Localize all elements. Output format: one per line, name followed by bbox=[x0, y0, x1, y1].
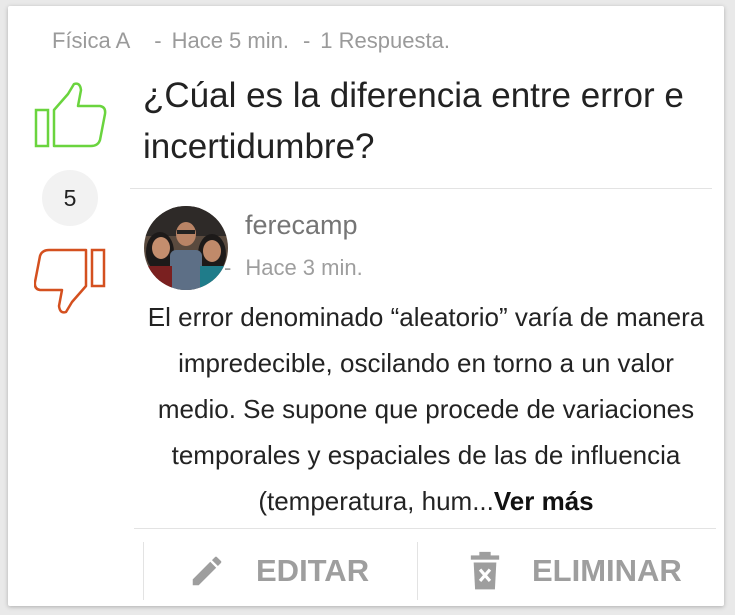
pencil-icon bbox=[192, 556, 222, 586]
question-card: Física A - Hace 5 min. -1 Respuesta. 5 ¿Cúa… bbox=[8, 6, 724, 606]
upvote-button[interactable] bbox=[34, 82, 108, 150]
avatar-photo bbox=[144, 206, 228, 290]
answer-meta: - Hace 3 min. bbox=[224, 255, 363, 280]
divider bbox=[130, 188, 712, 189]
delete-label: ELIMINAR bbox=[532, 553, 682, 588]
edit-button[interactable]: EDITAR bbox=[188, 542, 369, 600]
question-meta: Física A - Hace 5 min. -1 Respuesta. bbox=[52, 28, 450, 53]
question-title[interactable]: ¿Cúal es la diferencia entre error e inc… bbox=[143, 70, 713, 172]
delete-button[interactable]: ELIMINAR bbox=[468, 542, 682, 600]
vote-score: 5 bbox=[42, 170, 98, 226]
avatar[interactable] bbox=[144, 206, 228, 290]
divider bbox=[134, 528, 716, 529]
course-label: Física A bbox=[52, 28, 131, 53]
edit-label: EDITAR bbox=[256, 553, 370, 588]
answer-author[interactable]: ferecamp bbox=[245, 210, 358, 241]
answer-body: El error denominado “aleatorio” varía de… bbox=[147, 302, 705, 516]
downvote-button[interactable] bbox=[33, 246, 108, 316]
answer-text: El error denominado “aleatorio” varía de… bbox=[136, 294, 716, 524]
answer-time: Hace 3 min. bbox=[245, 255, 363, 280]
trash-icon bbox=[470, 551, 500, 590]
divider bbox=[417, 542, 418, 600]
see-more-link[interactable]: Ver más bbox=[494, 486, 594, 516]
question-time: Hace 5 min. bbox=[171, 28, 289, 53]
thumbs-down-icon bbox=[33, 248, 106, 314]
divider bbox=[143, 542, 144, 600]
thumbs-up-icon bbox=[34, 82, 107, 148]
reply-count: 1 Respuesta. bbox=[320, 28, 450, 53]
